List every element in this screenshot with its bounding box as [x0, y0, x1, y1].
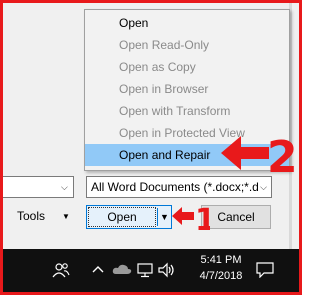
chevron-up-icon[interactable]: [92, 265, 104, 273]
annotation-arrow-2: 2: [221, 132, 297, 183]
clock-time[interactable]: 5:41 PM: [199, 254, 243, 267]
menu-item-open-as-copy[interactable]: Open as Copy: [85, 56, 289, 78]
volume-icon[interactable]: [158, 262, 176, 278]
file-name-input[interactable]: ⌵: [3, 176, 74, 198]
menu-item-open[interactable]: Open: [85, 12, 289, 34]
open-button-label[interactable]: Open: [87, 206, 157, 228]
arrow-left-icon: [221, 136, 269, 170]
chevron-down-icon[interactable]: ⌵: [61, 183, 68, 192]
arrow-left-icon: [172, 207, 194, 225]
menu-item-open-with-transform[interactable]: Open with Transform: [85, 100, 289, 122]
menu-item-open-read-only[interactable]: Open Read-Only: [85, 34, 289, 56]
notifications-icon[interactable]: [256, 262, 274, 278]
people-icon[interactable]: [52, 262, 70, 278]
split-divider: [157, 208, 158, 226]
menu-item-open-in-browser[interactable]: Open in Browser: [85, 78, 289, 100]
annotation-number-1: 1: [195, 203, 210, 234]
clock-date[interactable]: 4/7/2018: [195, 270, 247, 283]
onedrive-icon[interactable]: [112, 263, 132, 275]
chevron-down-icon[interactable]: ⌵: [260, 183, 267, 192]
network-icon[interactable]: [137, 262, 153, 278]
annotation-number-2: 2: [267, 132, 297, 183]
annotation-arrow-1: 1: [172, 203, 210, 234]
cancel-button[interactable]: Cancel: [201, 205, 271, 229]
open-split-button[interactable]: Open ▼: [86, 205, 172, 229]
tools-button[interactable]: Tools: [17, 209, 45, 223]
tools-dropdown-icon[interactable]: ▼: [62, 212, 70, 221]
open-dropdown-arrow-icon[interactable]: ▼: [160, 212, 169, 222]
